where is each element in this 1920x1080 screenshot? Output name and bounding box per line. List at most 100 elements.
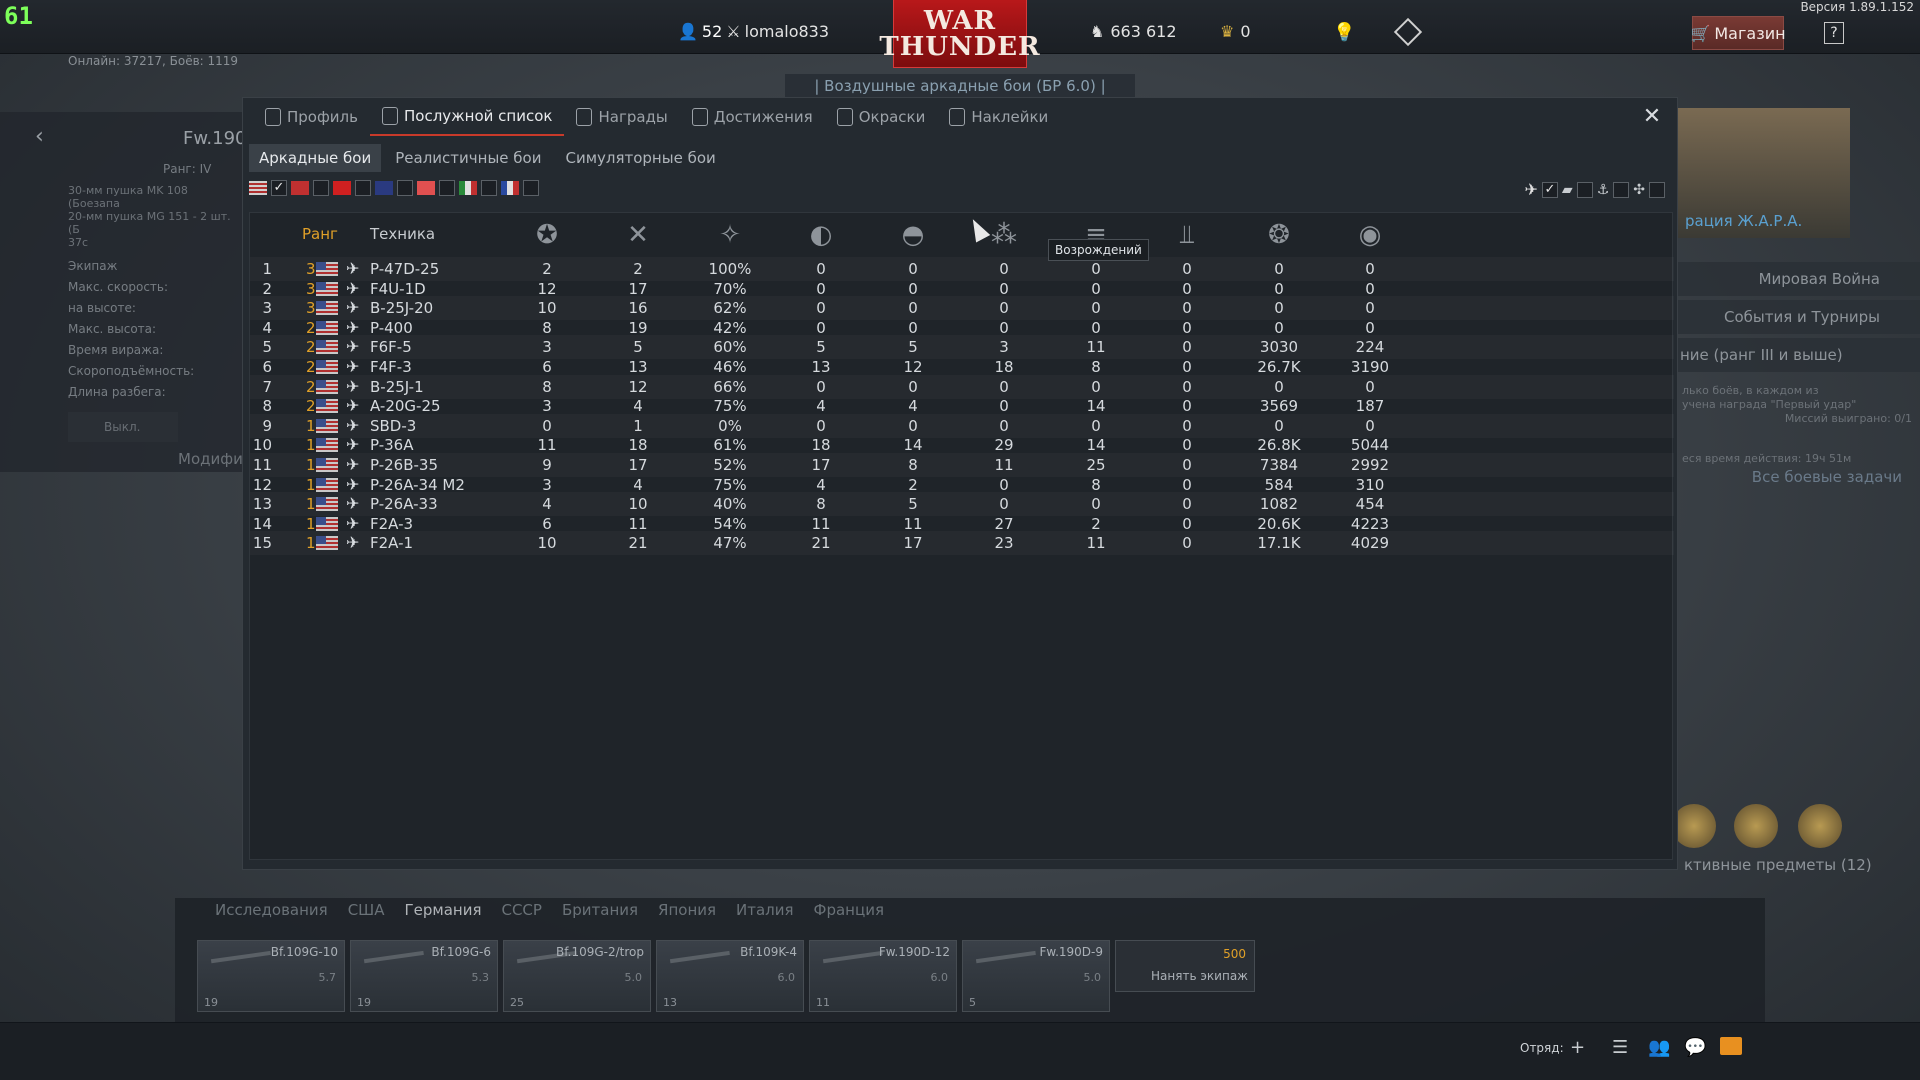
active-items-button[interactable]: ктивные предметы (12) bbox=[1672, 856, 1920, 884]
ship-icon: ⚓ bbox=[1596, 181, 1610, 198]
italy-flag-icon bbox=[459, 181, 477, 195]
events-tournaments-button[interactable]: События и Турниры bbox=[1672, 300, 1920, 334]
germany-filter-checkbox[interactable] bbox=[313, 180, 329, 196]
top-bar: 61 Версия 1.89.1.152 👤 52 ⚔ lomalo833 WA… bbox=[0, 0, 1920, 68]
stat-value: 9 bbox=[542, 456, 552, 474]
game-logo[interactable]: WAR THUNDER bbox=[879, 0, 1040, 68]
chat-icon[interactable]: 💬 bbox=[1684, 1037, 1706, 1058]
chevron-left-icon[interactable]: ‹ bbox=[35, 124, 44, 149]
fighter-filter-checkbox[interactable]: ✓ bbox=[1541, 181, 1558, 198]
ship-filter-checkbox[interactable] bbox=[1613, 181, 1630, 198]
stat-value: 0 bbox=[1182, 456, 1192, 474]
nation-tab[interactable]: США bbox=[348, 901, 385, 919]
diamond-icon[interactable] bbox=[1393, 17, 1423, 47]
vehicle-rank: 2 bbox=[306, 358, 316, 376]
helicopter-icon: ✣ bbox=[1633, 181, 1645, 198]
stat-value: 8 bbox=[908, 456, 918, 474]
usa-flag-icon bbox=[316, 497, 338, 512]
modifications-label[interactable]: Модифи bbox=[178, 450, 243, 468]
contacts-icon[interactable]: 👥 bbox=[1648, 1037, 1670, 1058]
vehicle-card[interactable]: Fw.190D-12 6.0 11 bbox=[809, 940, 957, 1012]
stat-value: 1082 bbox=[1259, 495, 1299, 514]
close-icon[interactable]: ✕ bbox=[1641, 106, 1663, 128]
player-info[interactable]: 👤 52 ⚔ lomalo833 bbox=[678, 22, 829, 41]
subtab-realistic[interactable]: Реалистичные бои bbox=[385, 144, 551, 172]
vehicle-card[interactable]: Bf.109K-4 6.0 13 bbox=[656, 940, 804, 1012]
medal-icon[interactable] bbox=[1672, 804, 1716, 848]
nation-tab[interactable]: Япония bbox=[658, 901, 716, 919]
subtab-arcade[interactable]: Аркадные бои bbox=[249, 144, 382, 172]
deaths-column-icon[interactable]: ◓ bbox=[893, 217, 933, 253]
nation-tab[interactable]: Британия bbox=[562, 901, 638, 919]
vehicle-card[interactable]: Fw.190D-9 5.0 5 bbox=[962, 940, 1110, 1012]
france-filter-checkbox[interactable] bbox=[523, 180, 539, 196]
nation-tab[interactable]: СССР bbox=[501, 901, 541, 919]
ussr-filter-checkbox[interactable] bbox=[355, 180, 371, 196]
logo-line-2: THUNDER bbox=[879, 31, 1041, 62]
italy-filter-checkbox[interactable] bbox=[481, 180, 497, 196]
activity-column-icon[interactable]: ◉ bbox=[1350, 217, 1390, 253]
mail-icon[interactable] bbox=[1720, 1037, 1742, 1055]
row-index: 12 bbox=[252, 475, 272, 494]
tab-service-record[interactable]: Послужной список bbox=[369, 98, 565, 136]
shop-button[interactable]: 🛒 Магазин bbox=[1690, 16, 1786, 50]
research-title[interactable]: Исследования bbox=[215, 901, 328, 919]
nation-tab[interactable]: Италия bbox=[736, 901, 794, 919]
usa-flag-icon bbox=[316, 281, 338, 296]
medal-icon[interactable] bbox=[1798, 804, 1842, 848]
victories-column-icon[interactable]: ✪ bbox=[527, 217, 567, 253]
all-tasks-link[interactable]: Все боевые задачи bbox=[1682, 470, 1912, 485]
tab-skins[interactable]: Окраски bbox=[825, 98, 938, 136]
plus-icon[interactable]: + bbox=[1570, 1037, 1585, 1058]
helicopter-filter-checkbox[interactable] bbox=[1649, 181, 1665, 198]
subtab-simulator[interactable]: Симуляторные бои bbox=[555, 144, 725, 172]
nation-tab[interactable]: Франция bbox=[814, 901, 884, 919]
world-war-button[interactable]: Мировая Война bbox=[1672, 262, 1920, 296]
tank-filter-checkbox[interactable] bbox=[1576, 181, 1593, 198]
table-row[interactable]: 15 1 ✈ F2A-1 10 21 47% 21 17 23 11 0 17.1K 4029 bbox=[250, 531, 1674, 555]
vehicle-card[interactable]: Bf.109G-6 5.3 19 bbox=[350, 940, 498, 1012]
task-title[interactable]: ние (ранг III и выше) bbox=[1672, 338, 1920, 372]
stat-value: 3 bbox=[542, 397, 552, 416]
help-button[interactable]: ? bbox=[1824, 22, 1844, 44]
vehicle-br: 5.3 bbox=[471, 971, 490, 984]
japan-filter-checkbox[interactable] bbox=[439, 180, 455, 196]
usa-flag-icon bbox=[316, 399, 338, 414]
plane-icon: ✈ bbox=[346, 396, 360, 416]
score-column-icon[interactable]: ❂ bbox=[1259, 217, 1299, 253]
golden-eagles-balance[interactable]: ♛ 0 bbox=[1220, 22, 1251, 41]
tab-profile[interactable]: Профиль bbox=[253, 98, 370, 136]
silver-lions-balance[interactable]: ♞ 663 612 bbox=[1090, 22, 1177, 41]
nation-tab[interactable]: Германия bbox=[404, 901, 481, 919]
game-mode-selector[interactable]: | Воздушные аркадные бои (БР 6.0) | bbox=[785, 74, 1135, 98]
tab-achievements[interactable]: Достижения bbox=[680, 98, 825, 136]
event-thumbnail[interactable]: рация Ж.А.Р.А. bbox=[1677, 108, 1850, 238]
usa-filter-checkbox[interactable]: ✓ bbox=[271, 180, 287, 196]
stat-value: 0 bbox=[1365, 299, 1375, 318]
respawns-column-icon[interactable]: ◐ bbox=[801, 217, 841, 253]
win-rate-column-icon[interactable]: ✧ bbox=[710, 217, 750, 253]
vehicle-card[interactable]: Bf.109G-2/trop 5.0 25 bbox=[503, 940, 651, 1012]
stat-value: 2 bbox=[633, 260, 643, 278]
tab-awards[interactable]: Награды bbox=[564, 98, 679, 136]
vehicle-rank: 2 bbox=[306, 338, 316, 357]
vehicle-header[interactable]: Техника bbox=[370, 225, 435, 243]
logo-line-1: WAR bbox=[923, 5, 997, 36]
toggle-off-button[interactable]: Выкл. bbox=[68, 412, 178, 442]
vehicle-rank: 1 bbox=[306, 436, 316, 455]
battles-column-icon[interactable]: ✕ bbox=[618, 217, 658, 253]
stat-value: 0 bbox=[816, 299, 826, 318]
medal-icon[interactable] bbox=[1734, 804, 1778, 848]
vehicle-rank: 1 bbox=[306, 495, 316, 514]
lightbulb-icon[interactable]: 💡 bbox=[1333, 22, 1355, 43]
list-icon[interactable]: ☰ bbox=[1612, 1037, 1628, 1058]
tab-decals[interactable]: Наклейки bbox=[937, 98, 1060, 136]
rank-header[interactable]: Ранг bbox=[302, 225, 338, 243]
stat-value: 5 bbox=[908, 338, 918, 357]
naval-kills-column-icon[interactable]: ⫫ bbox=[1167, 217, 1207, 253]
stat-value: 187 bbox=[1355, 397, 1385, 416]
britain-filter-checkbox[interactable] bbox=[397, 180, 413, 196]
hire-crew-button[interactable]: 500 Нанять экипаж bbox=[1115, 940, 1255, 992]
vehicle-rank: Ранг: IV bbox=[163, 162, 212, 176]
vehicle-card[interactable]: Bf.109G-10 5.7 19 bbox=[197, 940, 345, 1012]
